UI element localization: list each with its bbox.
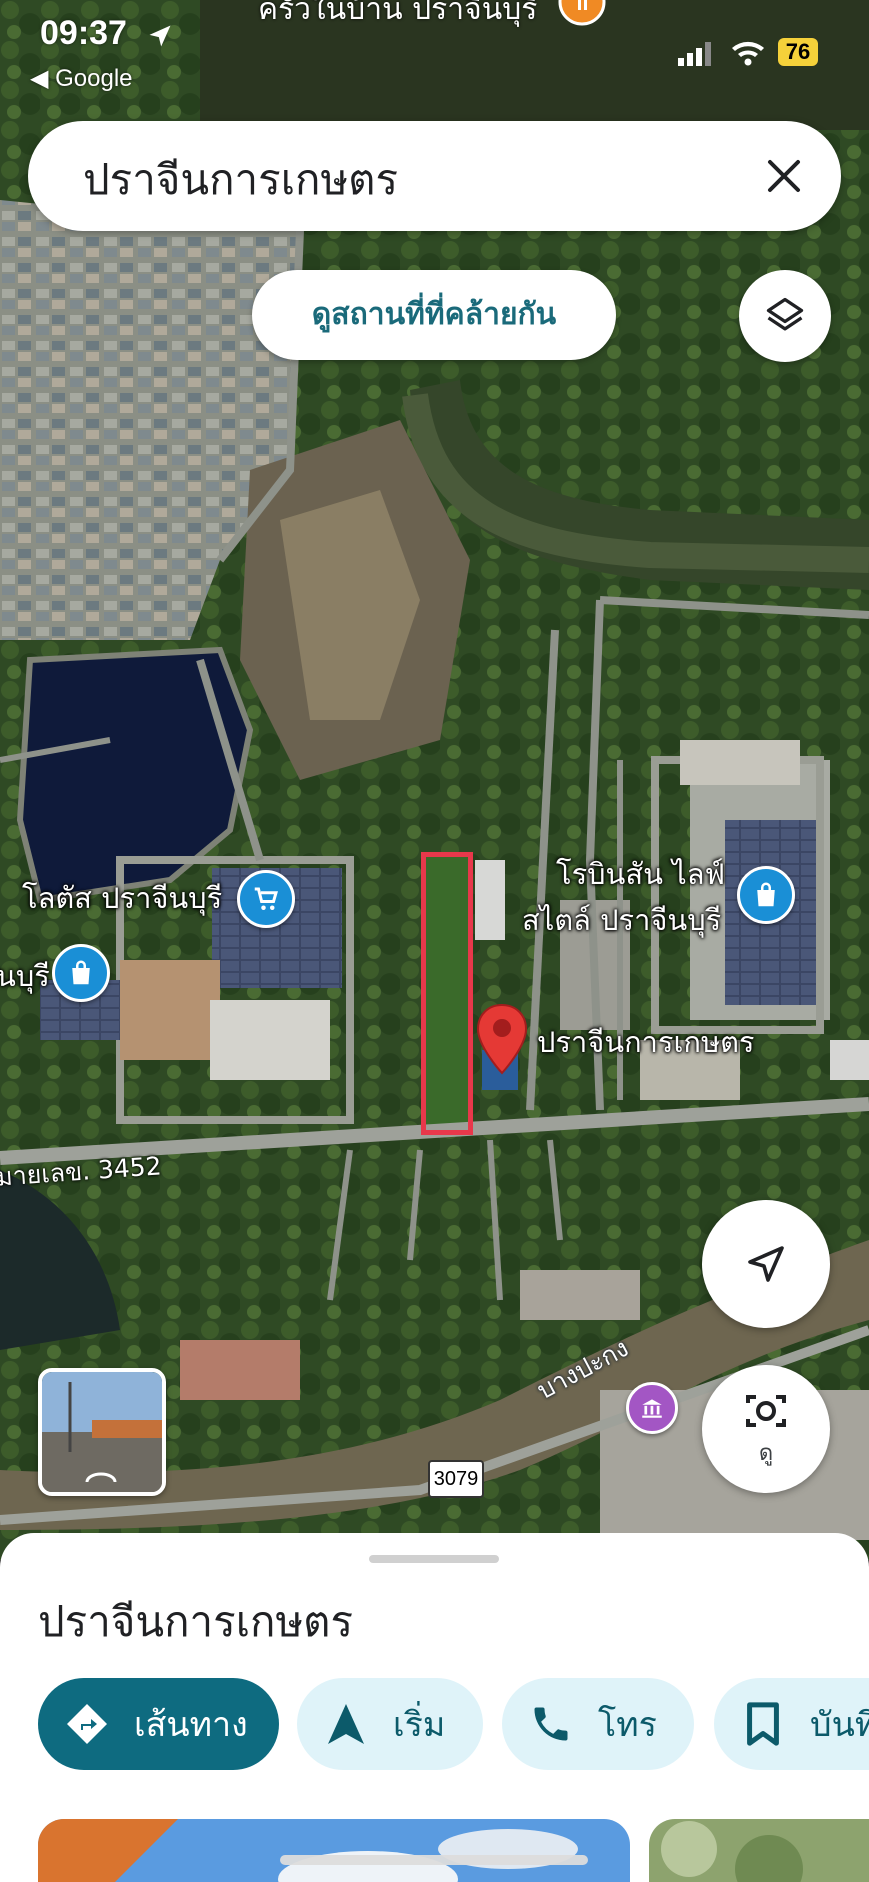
navigation-arrow-icon xyxy=(748,1246,784,1282)
search-bar[interactable]: ปราจีนการเกษตร xyxy=(28,121,841,231)
action-chips: เส้นทาง เริ่ม โทร บันทึ xyxy=(38,1678,869,1770)
camera-lens-icon xyxy=(746,1394,786,1427)
red-location-pin-icon[interactable] xyxy=(474,1003,530,1075)
phone-icon xyxy=(526,1699,576,1749)
place-bottom-sheet[interactable]: ปราจีนการเกษตร เส้นทาง เริ่ม โทร บันทึ xyxy=(0,1533,869,1882)
status-time: 09:37 xyxy=(40,14,127,52)
back-to-google-link[interactable]: ◀ Google xyxy=(30,64,133,93)
museum-icon[interactable] xyxy=(626,1382,678,1434)
call-button[interactable]: โทร xyxy=(502,1678,694,1770)
location-arrow-icon xyxy=(149,25,171,47)
wifi-icon xyxy=(732,41,764,66)
selected-plot-highlight xyxy=(421,852,473,1135)
status-bar: 09:37 ◀ Google 76 xyxy=(0,0,869,110)
map-label-selected-place[interactable]: ปราจีนการเกษตร xyxy=(537,1024,755,1060)
map-label-left-partial[interactable]: นบุรี xyxy=(0,958,50,994)
map-label-robinson-line2[interactable]: สไตล์ ปราจีนบุรี xyxy=(522,902,721,938)
sheet-drag-handle[interactable] xyxy=(369,1555,499,1563)
place-title: ปราจีนการเกษตร xyxy=(38,1597,353,1646)
place-photos xyxy=(38,1819,869,1882)
layers-icon xyxy=(766,297,804,331)
map-label-robinson-line1[interactable]: โรบินสัน ไลฟ์ xyxy=(556,856,725,892)
search-query[interactable]: ปราจีนการเกษตร xyxy=(83,147,398,213)
directions-button[interactable]: เส้นทาง xyxy=(38,1678,279,1770)
shopping-bag-icon[interactable] xyxy=(737,866,795,924)
cellular-signal-icon xyxy=(678,42,711,66)
call-label: โทร xyxy=(598,1705,657,1745)
battery-indicator: 76 xyxy=(778,38,818,66)
layers-button[interactable] xyxy=(739,270,831,362)
similar-places-button[interactable]: ดูสถานที่ที่คล้ายกัน xyxy=(252,270,616,360)
my-location-button[interactable] xyxy=(702,1200,830,1328)
directions-icon xyxy=(62,1699,112,1749)
road-shield-3079: 3079 xyxy=(428,1460,484,1498)
street-view-thumbnail[interactable] xyxy=(38,1368,166,1496)
close-icon[interactable] xyxy=(759,151,809,201)
map-imagery xyxy=(0,0,869,1560)
place-photo[interactable] xyxy=(649,1819,869,1882)
lens-button[interactable]: ดู xyxy=(702,1365,830,1493)
place-photo[interactable] xyxy=(38,1819,630,1882)
save-button[interactable]: บันทึ xyxy=(714,1678,869,1770)
shopping-cart-icon[interactable] xyxy=(237,870,295,928)
satellite-map[interactable]: ครัวในบ้าน ปราจีนบุรี โลตัส ปราจีนบุรี น… xyxy=(0,0,869,1560)
lens-label: ดู xyxy=(758,1440,774,1466)
map-label-lotus[interactable]: โลตัส ปราจีนบุรี xyxy=(22,880,222,916)
bookmark-icon xyxy=(738,1699,788,1749)
shopping-bag-icon[interactable] xyxy=(52,944,110,1002)
navigation-arrow-icon xyxy=(321,1699,371,1749)
directions-label: เส้นทาง xyxy=(134,1705,248,1745)
save-label: บันทึ xyxy=(810,1705,869,1745)
home-indicator xyxy=(280,1855,588,1865)
start-button[interactable]: เริ่ม xyxy=(297,1678,483,1770)
start-label: เริ่ม xyxy=(393,1705,446,1745)
